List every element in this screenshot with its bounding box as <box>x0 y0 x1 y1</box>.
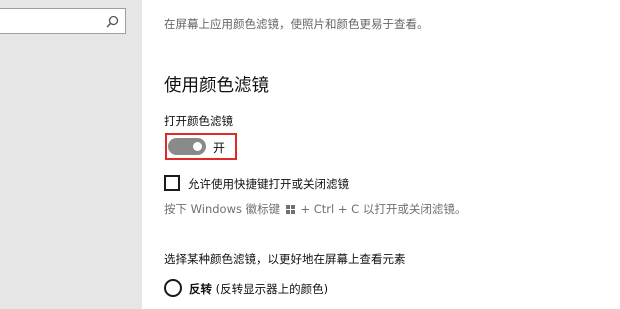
radio-invert[interactable] <box>164 279 182 297</box>
section-title: 使用颜色滤镜 <box>164 76 269 96</box>
main-content: 在屏幕上应用颜色滤镜，使照片和颜色更易于查看。 使用颜色滤镜 打开颜色滤镜 开 … <box>142 0 620 309</box>
shortcut-checkbox[interactable] <box>164 175 180 191</box>
shortcut-checkbox-label[interactable]: 允许使用快捷键打开或关闭滤镜 <box>188 176 349 192</box>
sidebar <box>0 0 142 309</box>
page-description: 在屏幕上应用颜色滤镜，使照片和颜色更易于查看。 <box>164 17 429 31</box>
color-filter-toggle[interactable] <box>168 138 206 155</box>
filter-prompt: 选择某种颜色滤镜，以更好地在屏幕上查看元素 <box>164 252 406 266</box>
shortcut-hint: 按下 Windows 徽标键 + Ctrl + C 以打开或关闭滤镜。 <box>164 201 466 217</box>
radio-invert-label[interactable]: 反转 (反转显示器上的颜色) <box>189 281 328 297</box>
toggle-label: 打开颜色滤镜 <box>164 114 233 128</box>
shortcut-hint-after: + Ctrl + C 以打开或关闭滤镜。 <box>300 202 467 216</box>
windows-logo-icon <box>285 205 295 214</box>
toggle-state-label: 开 <box>213 141 226 155</box>
toggle-knob <box>193 142 202 151</box>
shortcut-hint-before: 按下 Windows 徽标键 <box>164 202 281 216</box>
search-icon[interactable] <box>104 14 120 30</box>
radio-invert-name: 反转 <box>189 282 212 296</box>
search-input[interactable] <box>0 8 126 34</box>
radio-invert-detail: (反转显示器上的颜色) <box>215 282 329 296</box>
